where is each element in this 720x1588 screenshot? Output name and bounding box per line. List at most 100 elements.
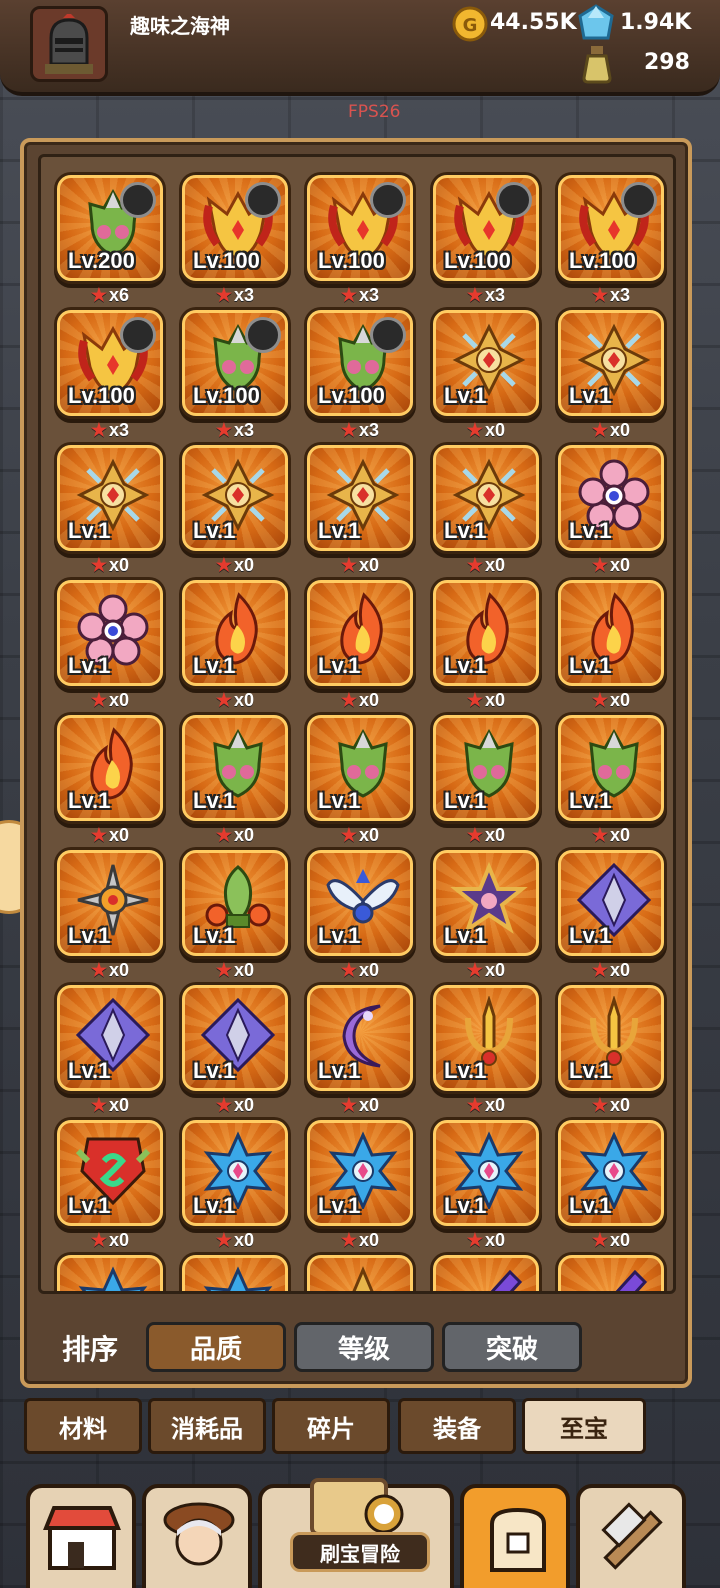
tab-consumables[interactable]: 消耗品 [148, 1398, 266, 1454]
star-icon: ★ [466, 825, 484, 845]
treasure-slot[interactable]: Lv.1 [307, 445, 413, 551]
sort-quality-button[interactable]: 品质 [146, 1322, 286, 1372]
treasure-slot[interactable]: Lv.1 [558, 580, 664, 686]
nav-forge-button[interactable] [576, 1484, 686, 1588]
treasure-slot-partial[interactable] [182, 1255, 288, 1291]
star-count-value: x0 [485, 1230, 506, 1250]
treasure-star-count: ★ x3 [558, 285, 664, 306]
star-count-value: x0 [485, 960, 506, 980]
treasure-slot[interactable]: Lv.1 [182, 1120, 288, 1226]
star-count-value: x3 [234, 285, 255, 305]
treasure-slot[interactable]: Lv.1 [307, 580, 413, 686]
player-avatar[interactable] [30, 6, 108, 82]
star-count-value: x0 [109, 1230, 130, 1250]
treasure-slot[interactable]: Lv.100 [433, 175, 539, 281]
nav-backpack-button[interactable] [460, 1484, 570, 1588]
star-icon: ★ [90, 420, 108, 440]
treasure-level: Lv.100 [193, 383, 260, 408]
treasure-slot[interactable]: Lv.1 [558, 310, 664, 416]
treasure-level: Lv.1 [318, 788, 361, 813]
treasure-star-count: ★ x0 [182, 1095, 288, 1116]
treasure-level: Lv.100 [193, 248, 260, 273]
star-icon: ★ [90, 555, 108, 575]
treasure-slot-partial[interactable] [433, 1255, 539, 1291]
star-count-value: x0 [234, 960, 255, 980]
star-count-value: x0 [610, 555, 631, 575]
star-icon: ★ [215, 825, 233, 845]
star-icon: ★ [466, 1230, 484, 1250]
star-count-value: x6 [109, 285, 130, 305]
star-icon: ★ [215, 420, 233, 440]
treasure-slot[interactable]: Lv.1 [433, 580, 539, 686]
treasure-slot[interactable]: Lv.1 [182, 580, 288, 686]
treasure-star-count: ★ x3 [433, 285, 539, 306]
treasure-slot[interactable]: Lv.1 [57, 1120, 163, 1226]
treasure-slot[interactable]: Lv.1 [558, 715, 664, 821]
treasure-level: Lv.1 [68, 1193, 111, 1218]
treasure-slot[interactable]: Lv.1 [433, 310, 539, 416]
treasure-slot[interactable]: Lv.1 [307, 850, 413, 956]
treasure-slot[interactable]: Lv.1 [558, 445, 664, 551]
treasure-slot[interactable]: Lv.1 [558, 850, 664, 956]
star-icon: ★ [340, 1230, 358, 1250]
treasure-slot[interactable]: Lv.100 [182, 310, 288, 416]
treasure-slot[interactable]: Lv.1 [307, 985, 413, 1091]
treasure-slot-partial[interactable] [558, 1255, 664, 1291]
treasure-level: Lv.1 [193, 518, 236, 543]
treasure-slot[interactable]: Lv.1 [57, 985, 163, 1091]
tab-materials[interactable]: 材料 [24, 1398, 142, 1454]
tab-fragments[interactable]: 碎片 [272, 1398, 390, 1454]
nav-hero-button[interactable] [142, 1484, 252, 1588]
treasure-slot[interactable]: Lv.1 [433, 715, 539, 821]
treasure-slot[interactable]: Lv.1 [307, 1120, 413, 1226]
treasure-slot[interactable]: Lv.1 [182, 715, 288, 821]
star-icon: ★ [466, 555, 484, 575]
star-icon: ★ [591, 1095, 609, 1115]
treasure-star-count: ★ x0 [558, 420, 664, 441]
treasure-slot[interactable]: Lv.1 [433, 985, 539, 1091]
treasure-slot[interactable]: Lv.100 [558, 175, 664, 281]
treasure-slot[interactable]: Lv.1 [433, 1120, 539, 1226]
star-icon: ★ [591, 420, 609, 440]
treasure-slot[interactable]: Lv.1 [57, 850, 163, 956]
star-count-value: x0 [359, 1095, 380, 1115]
nav-shop-button[interactable] [26, 1484, 136, 1588]
treasure-star-count: ★ x0 [182, 555, 288, 576]
treasure-level: Lv.1 [569, 518, 612, 543]
treasure-slot[interactable]: Lv.1 [307, 715, 413, 821]
treasure-slot[interactable]: Lv.1 [182, 445, 288, 551]
treasure-slot[interactable]: Lv.1 [433, 850, 539, 956]
treasure-slot[interactable]: Lv.1 [433, 445, 539, 551]
star-icon: ★ [215, 1230, 233, 1250]
treasure-slot[interactable]: Lv.100 [182, 175, 288, 281]
treasure-level: Lv.1 [444, 518, 487, 543]
treasure-slot[interactable]: Lv.1 [558, 1120, 664, 1226]
treasure-slot[interactable]: Lv.200 [57, 175, 163, 281]
treasure-slot[interactable]: Lv.1 [57, 715, 163, 821]
treasure-slot[interactable]: Lv.100 [57, 310, 163, 416]
treasure-slot[interactable]: Lv.1 [182, 850, 288, 956]
sort-level-button[interactable]: 等级 [294, 1322, 434, 1372]
treasure-star-count: ★ x0 [558, 1095, 664, 1116]
treasure-slot-partial[interactable] [57, 1255, 163, 1291]
treasure-slot-partial[interactable] [307, 1255, 413, 1291]
sort-breakthrough-button[interactable]: 突破 [442, 1322, 582, 1372]
star-count-value: x3 [359, 285, 380, 305]
treasure-slot[interactable]: Lv.1 [57, 445, 163, 551]
treasure-slot[interactable]: Lv.1 [182, 985, 288, 1091]
star-count-value: x0 [109, 690, 130, 710]
treasure-level: Lv.100 [569, 248, 636, 273]
item-grid[interactable]: Lv.200 ★ x6 Lv.100 ★ x3 Lv.100 ★ x3 Lv.100 ★ x3 Lv.1… [38, 154, 676, 1294]
tab-equipment[interactable]: 装备 [398, 1398, 516, 1454]
tab-treasures[interactable]: 至宝 [522, 1398, 646, 1454]
treasure-star-count: ★ x0 [433, 1095, 539, 1116]
treasure-star-count: ★ x0 [57, 555, 163, 576]
treasure-slot[interactable]: Lv.100 [307, 175, 413, 281]
treasure-slot[interactable]: Lv.1 [57, 580, 163, 686]
treasure-level: Lv.100 [318, 248, 385, 273]
star-count-value: x0 [610, 825, 631, 845]
treasure-level: Lv.1 [318, 518, 361, 543]
star-icon: ★ [340, 1095, 358, 1115]
treasure-slot[interactable]: Lv.100 [307, 310, 413, 416]
treasure-slot[interactable]: Lv.1 [558, 985, 664, 1091]
